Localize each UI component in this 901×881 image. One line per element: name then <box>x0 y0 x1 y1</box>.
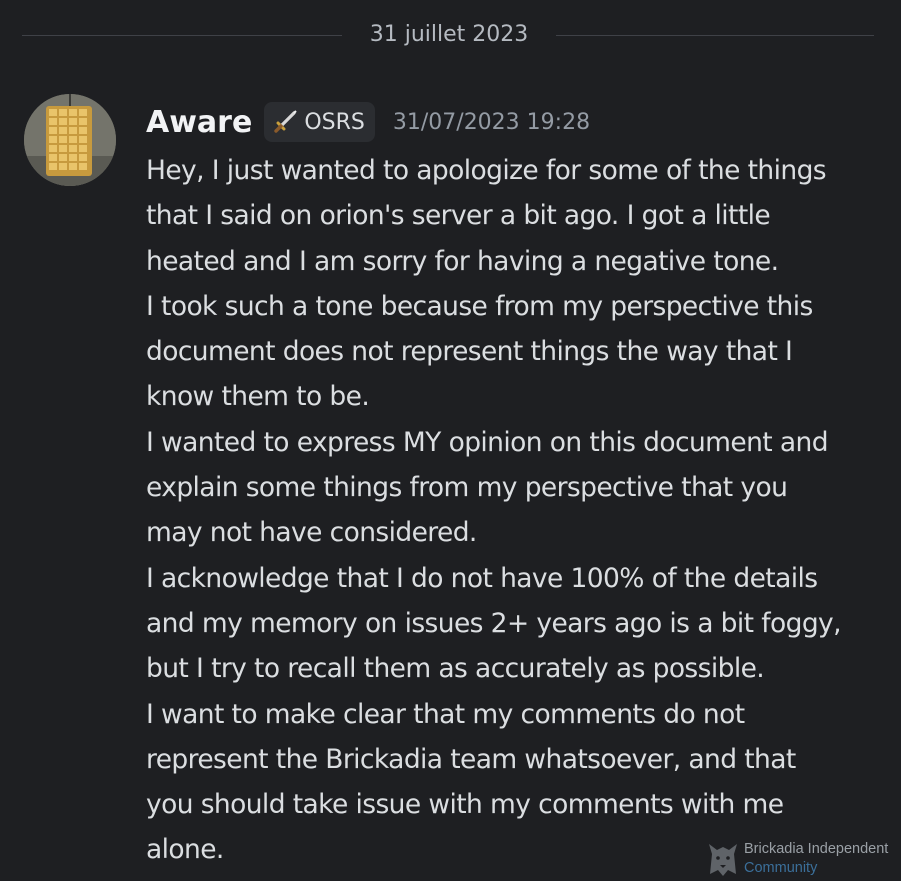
chat-message: Aware OSRS 31/07/2023 19:28 Hey, I just … <box>0 88 901 881</box>
wolf-logo-icon <box>709 844 737 876</box>
message-line: Hey, I just wanted to apologize for some… <box>146 155 827 186</box>
watermark-line-2: Community <box>744 860 818 876</box>
message-line: I acknowledge that I do not have 100% of… <box>146 562 818 594</box>
message-line: I want to make clear that my comments do… <box>146 698 745 730</box>
message-line: you should take issue with my comments w… <box>146 789 784 821</box>
message-line: but I try to recall them as accurately a… <box>146 653 765 685</box>
avatar[interactable] <box>24 94 116 186</box>
community-watermark: Brickadia Independent Community <box>706 838 901 880</box>
message-timestamp: 31/07/2023 19:28 <box>392 109 591 135</box>
message-line: represent the Brickadia team whatsoever,… <box>146 743 796 775</box>
watermark-line-1: Brickadia Independent <box>744 841 889 857</box>
server-tag[interactable]: OSRS <box>264 102 375 142</box>
username[interactable]: Aware <box>146 105 252 140</box>
message-line: heated and I am sorry for having a negat… <box>146 245 779 277</box>
sword-icon <box>274 110 298 133</box>
message-header: Aware OSRS 31/07/2023 19:28 <box>146 100 590 144</box>
message-line: know them to be. <box>146 381 370 413</box>
divider-line-left <box>22 35 342 36</box>
message-line: may not have considered. <box>146 517 477 549</box>
date-divider: 31 juillet 2023 <box>0 18 901 54</box>
message-line: document does not represent things the w… <box>146 336 793 368</box>
date-divider-label: 31 juillet 2023 <box>369 22 529 47</box>
waffle-avatar-image <box>24 94 116 186</box>
message-line: explain some things from my perspective … <box>146 472 788 504</box>
message-line: I took such a tone because from my persp… <box>146 290 813 322</box>
message-line: and my memory on issues 2+ years ago is … <box>146 607 842 639</box>
message-line: I wanted to express MY opinion on this d… <box>146 426 829 458</box>
server-tag-label: OSRS <box>304 109 365 135</box>
divider-line-right <box>556 35 874 36</box>
message-line: that I said on orion's server a bit ago.… <box>146 200 771 232</box>
message-content: Hey, I just wanted to apologize for some… <box>146 148 886 873</box>
